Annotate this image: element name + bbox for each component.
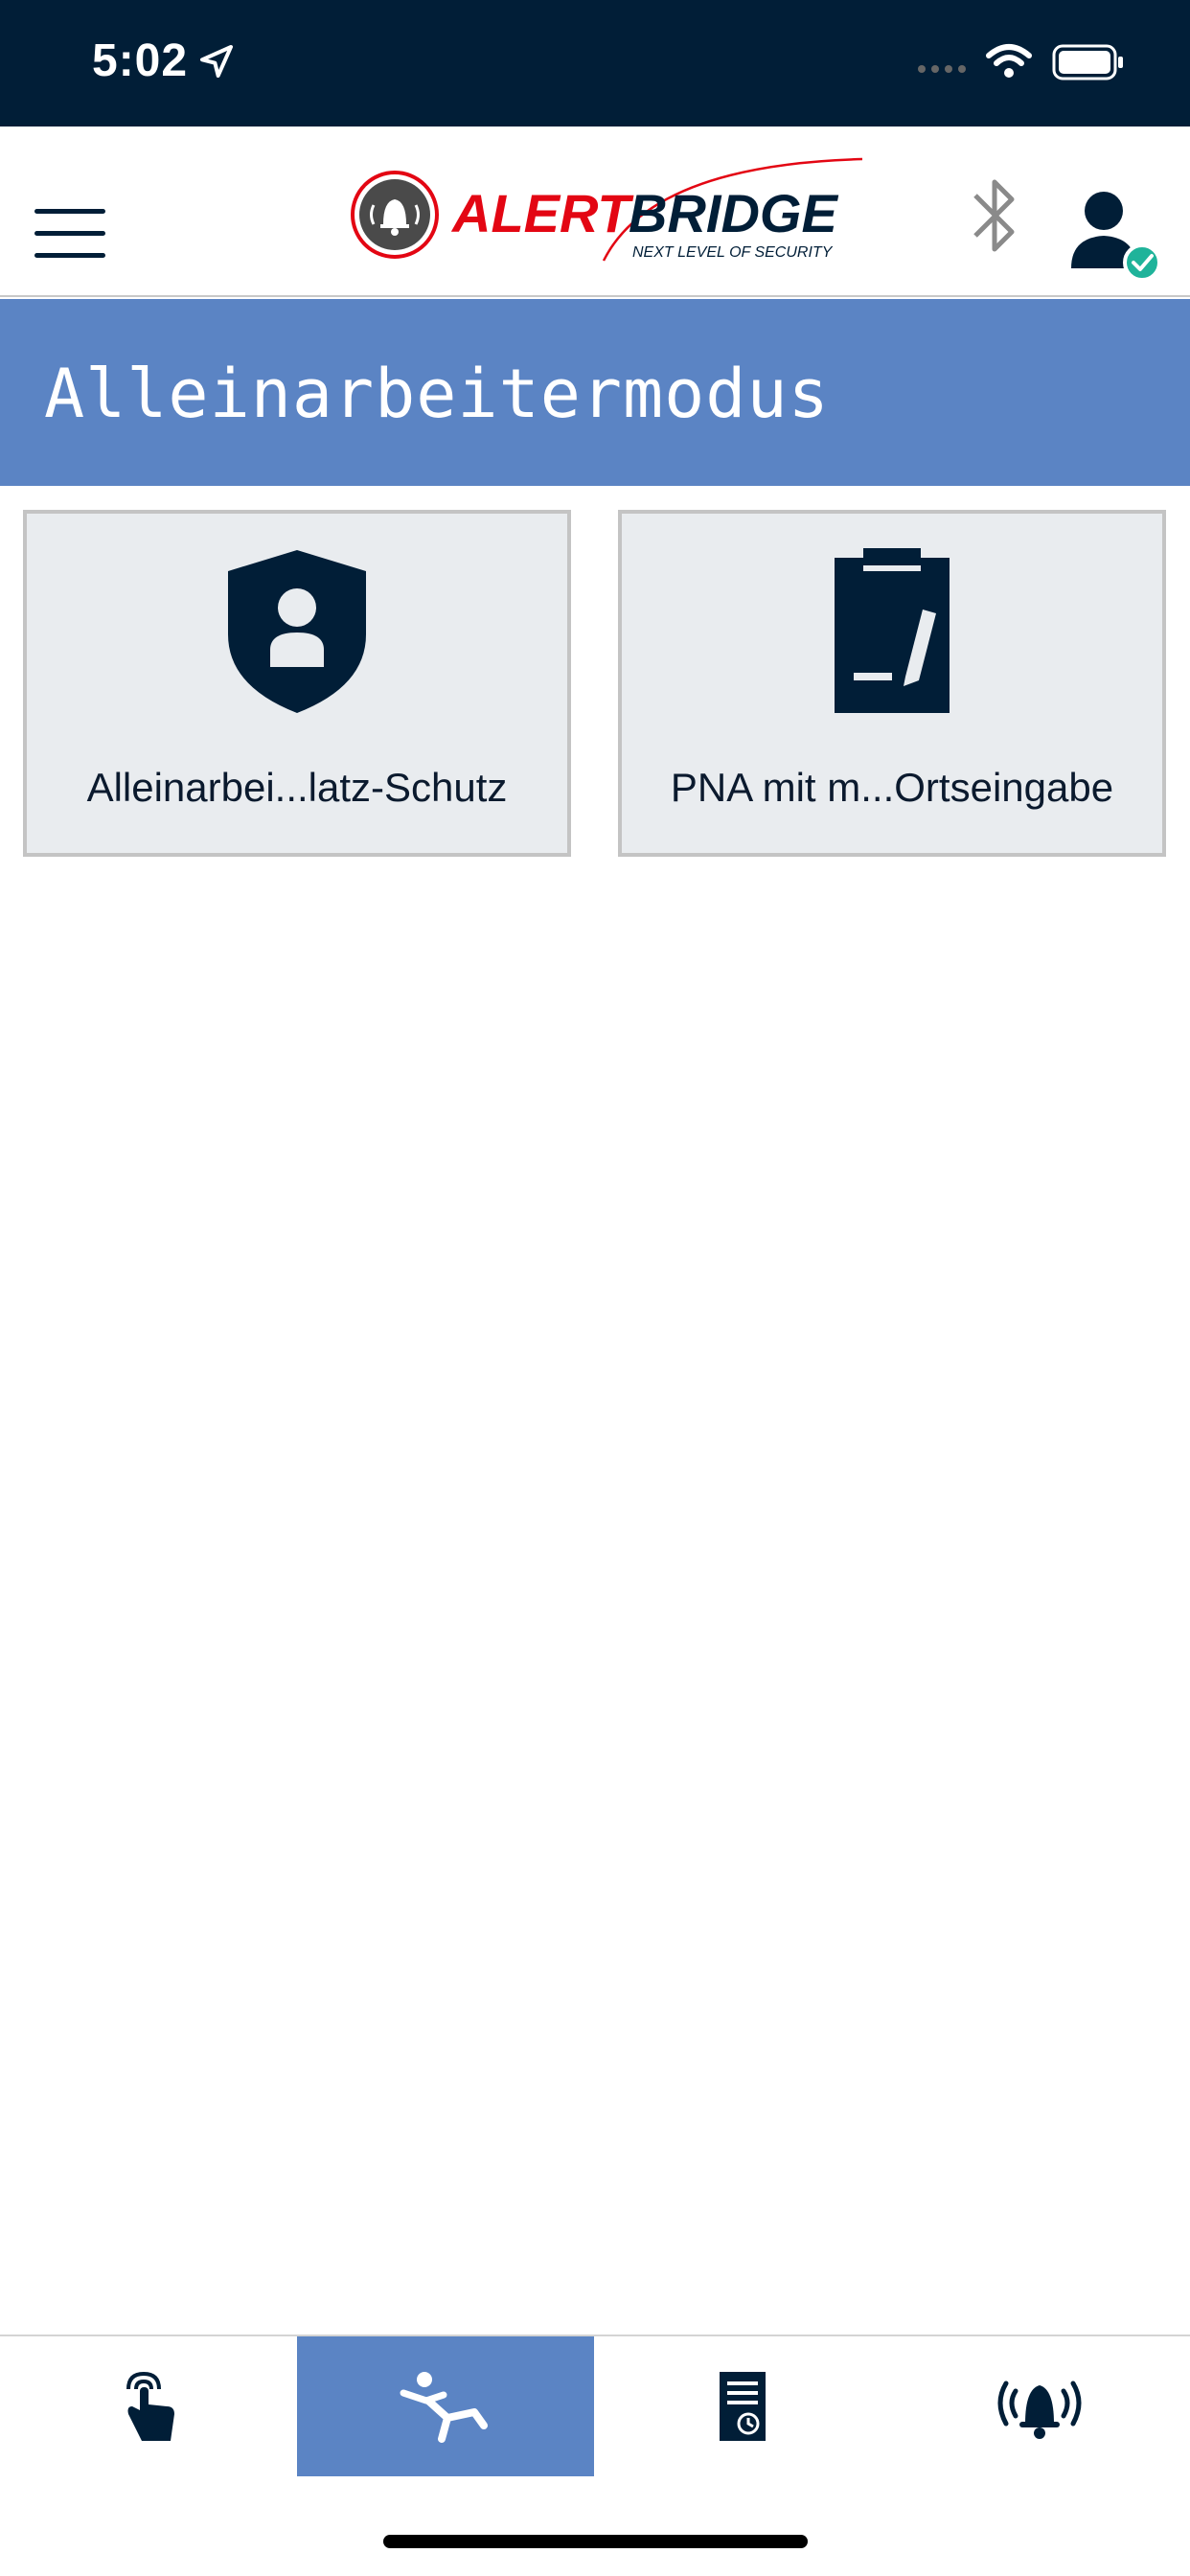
falling-person-icon — [400, 2372, 488, 2443]
tile-alleinarbeitsplatz-schutz[interactable]: Alleinarbei...latz-Schutz — [23, 510, 571, 857]
shield-person-icon — [228, 550, 366, 713]
nav-item-history[interactable] — [594, 2336, 891, 2476]
tile-label: Alleinarbei...latz-Schutz — [86, 765, 508, 810]
page-title-banner: Alleinarbeitermodus — [0, 299, 1190, 486]
nav-item-lone-worker[interactable] — [297, 2336, 594, 2476]
status-bar: 5:02 — [0, 0, 1190, 126]
battery-icon — [1052, 44, 1123, 80]
logo-alert-text: ALERT — [450, 183, 634, 243]
wifi-icon — [986, 44, 1032, 78]
bottom-navigation — [0, 2334, 1190, 2476]
bluetooth-icon[interactable] — [968, 172, 1021, 259]
menu-icon[interactable] — [34, 209, 105, 263]
touch-icon — [126, 2371, 174, 2441]
signal-icon — [918, 65, 966, 73]
app-header: ALERT BRIDGE NEXT LEVEL OF SECURITY — [0, 126, 1190, 297]
page-title: Alleinarbeitermodus — [44, 355, 830, 433]
user-connected-icon[interactable] — [1065, 184, 1161, 280]
nav-item-touch[interactable] — [0, 2336, 297, 2476]
tile-pna-ortseingabe[interactable]: PNA mit m...Ortseingabe — [618, 510, 1166, 857]
logo-bridge-text: BRIDGE — [629, 183, 838, 243]
document-clock-icon — [720, 2372, 766, 2441]
alertbridge-logo: ALERT BRIDGE NEXT LEVEL OF SECURITY — [351, 157, 862, 262]
clipboard-edit-icon — [835, 548, 950, 713]
logo-tagline: NEXT LEVEL OF SECURITY — [632, 244, 834, 261]
status-time: 5:02 — [92, 35, 189, 86]
tile-label: PNA mit m...Ortseingabe — [670, 765, 1114, 810]
alarm-bell-icon — [997, 2380, 1082, 2439]
home-indicator — [383, 2535, 808, 2548]
location-arrow-icon — [200, 45, 233, 78]
nav-item-alarm[interactable] — [891, 2336, 1188, 2476]
